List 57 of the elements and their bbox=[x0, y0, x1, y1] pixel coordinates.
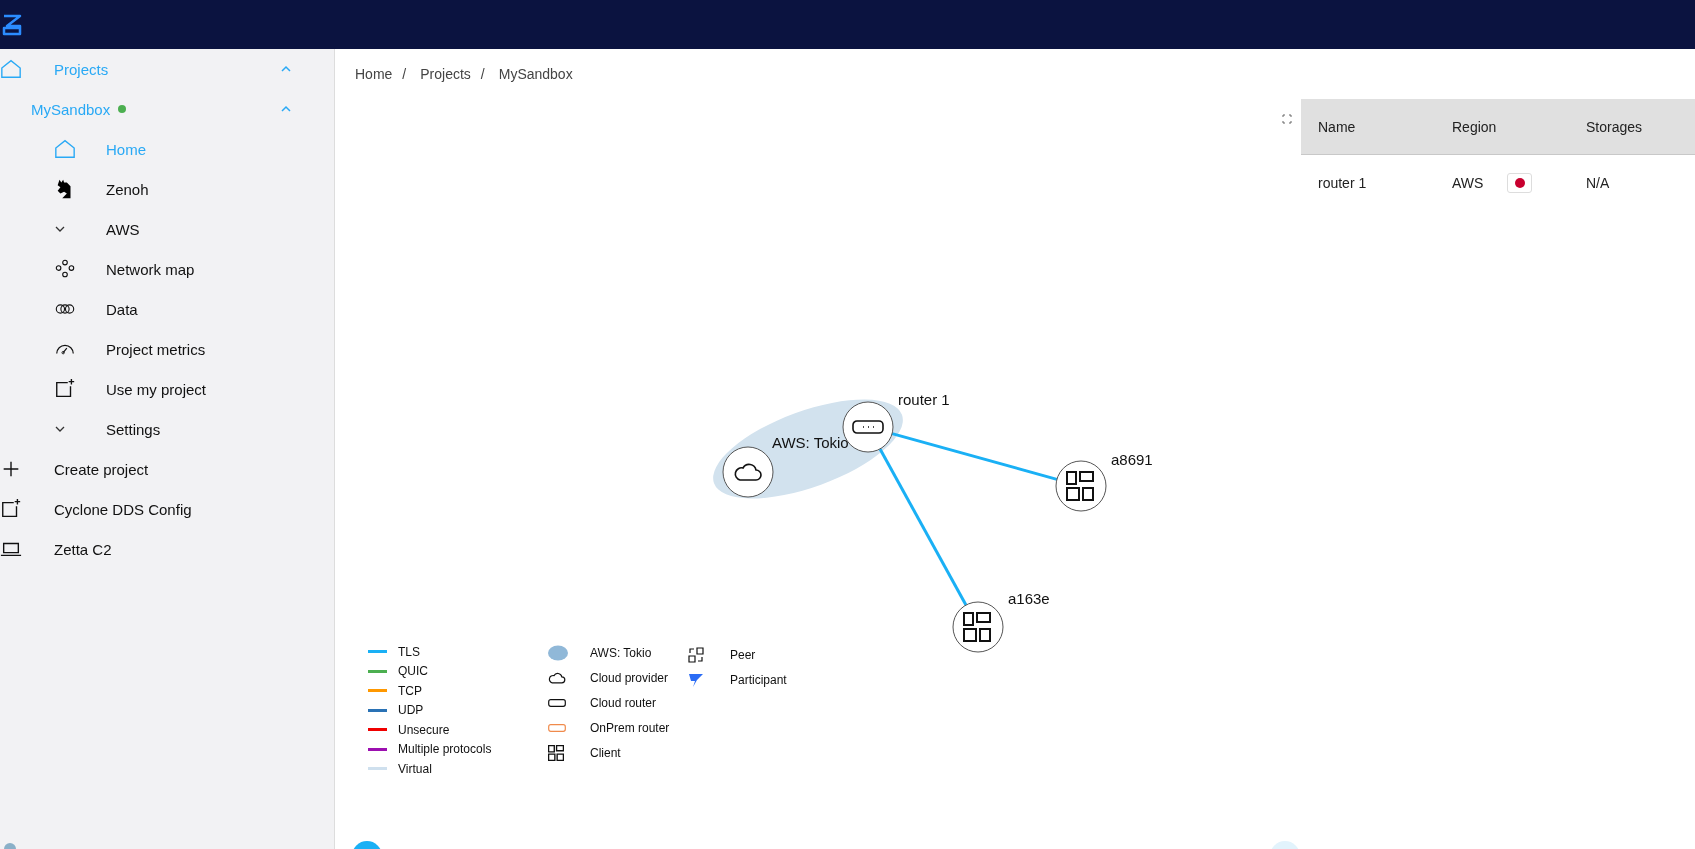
router-icon bbox=[548, 723, 566, 732]
breadcrumb-link[interactable]: Home bbox=[355, 66, 393, 82]
router-icon bbox=[548, 698, 566, 707]
nav-item[interactable]: Use my project bbox=[0, 369, 334, 409]
breadcrumb-separator: / bbox=[402, 66, 407, 82]
cloud-icon bbox=[548, 671, 566, 684]
table-cell-text: N/A bbox=[1586, 174, 1611, 191]
breadcrumb-link[interactable]: Projects bbox=[420, 66, 471, 82]
nav-item[interactable]: Project metrics bbox=[0, 329, 334, 369]
participant-icon bbox=[688, 672, 704, 687]
nav-item[interactable]: Zenoh bbox=[0, 169, 334, 209]
legend-label: Multiple protocols bbox=[398, 742, 492, 757]
nodes-icon bbox=[54, 258, 76, 280]
legend-label: Cloud provider bbox=[590, 670, 669, 685]
nav-item[interactable]: Data bbox=[0, 289, 334, 329]
client-node[interactable] bbox=[952, 601, 1004, 653]
legend-label: AWS: Tokio bbox=[590, 645, 652, 660]
column-header: Storages bbox=[1586, 118, 1644, 135]
expand-icon[interactable] bbox=[1282, 114, 1292, 124]
table-cell-text: router 1 bbox=[1318, 174, 1368, 191]
column-header: Region bbox=[1452, 118, 1498, 135]
logo-icon[interactable] bbox=[0, 12, 24, 37]
breadcrumb-separator: / bbox=[480, 66, 485, 82]
peer-icon bbox=[688, 646, 704, 663]
nav-item[interactable]: Network map bbox=[0, 249, 334, 289]
table-cell: AWS bbox=[1452, 174, 1484, 191]
legend-label: QUIC bbox=[398, 664, 428, 679]
nav-item[interactable]: AWS bbox=[0, 209, 334, 249]
cloud-node[interactable] bbox=[722, 446, 774, 498]
add-box-icon bbox=[0, 498, 22, 520]
home-icon bbox=[0, 58, 22, 80]
column-header: Name bbox=[1318, 118, 1357, 135]
legend-label: Peer bbox=[730, 647, 756, 662]
legend-label: Unsecure bbox=[398, 722, 450, 737]
home-icon bbox=[54, 138, 76, 160]
legend-label: TCP bbox=[398, 683, 422, 698]
nav-item[interactable]: Settings bbox=[0, 409, 334, 449]
client-node[interactable] bbox=[1055, 460, 1107, 512]
legend-label: TLS bbox=[398, 644, 420, 659]
node-label: a163e bbox=[1008, 590, 1050, 607]
flag-icon bbox=[1507, 172, 1533, 193]
legend-label: Virtual bbox=[398, 761, 432, 776]
node-label: a8691 bbox=[1111, 451, 1153, 468]
nav-item[interactable]: Zetta C2 bbox=[0, 529, 334, 569]
breadcrumb-link[interactable]: MySandbox bbox=[498, 66, 573, 82]
nav-item[interactable]: Cyclone DDS Config bbox=[0, 489, 334, 529]
region-label: AWS: Tokio bbox=[772, 434, 849, 451]
node-label: router 1 bbox=[898, 391, 950, 408]
client-icon bbox=[548, 744, 564, 761]
add-box-icon bbox=[54, 378, 76, 400]
legend-label: Cloud router bbox=[590, 695, 657, 710]
legend-label: Participant bbox=[730, 672, 787, 687]
legend-label: OnPrem router bbox=[590, 720, 670, 735]
region-swatch-icon bbox=[548, 644, 568, 661]
nav-item[interactable]: Create project bbox=[0, 449, 334, 489]
legend-label: Client bbox=[590, 745, 621, 760]
legend-label: UDP bbox=[398, 703, 424, 718]
